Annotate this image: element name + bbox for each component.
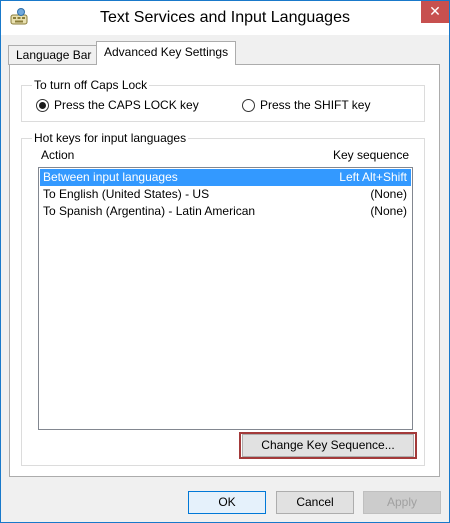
radio-shift-key[interactable]: Press the SHIFT key: [242, 98, 370, 112]
tab-label: Advanced Key Settings: [104, 45, 229, 59]
apply-button: Apply: [363, 491, 441, 514]
list-item[interactable]: To Spanish (Argentina) - Latin American …: [40, 203, 411, 220]
tab-label: Language Bar: [16, 48, 92, 62]
close-icon: ✕: [429, 3, 441, 19]
hotkeys-group-label: Hot keys for input languages: [32, 131, 189, 145]
column-header-action: Action: [41, 148, 75, 162]
row-key-sequence: Left Alt+Shift: [339, 170, 407, 184]
caps-lock-group-label: To turn off Caps Lock: [32, 78, 150, 92]
column-header-key-sequence: Key sequence: [332, 148, 409, 162]
radio-label: Press the SHIFT key: [260, 98, 371, 112]
dialog-window: Text Services and Input Languages ✕ Lang…: [0, 0, 450, 523]
window-title: Text Services and Input Languages: [100, 9, 350, 26]
row-action: Between input languages: [43, 170, 178, 184]
radio-label: Press the CAPS LOCK key: [54, 98, 199, 112]
tab-language-bar[interactable]: Language Bar: [8, 45, 100, 65]
close-button[interactable]: ✕: [421, 1, 449, 23]
row-action: To Spanish (Argentina) - Latin American: [43, 204, 256, 218]
row-action: To English (United States) - US: [43, 187, 210, 201]
row-key-sequence: (None): [370, 187, 407, 201]
radio-caps-lock-key[interactable]: Press the CAPS LOCK key: [36, 98, 199, 112]
list-item[interactable]: To English (United States) - US (None): [40, 186, 411, 203]
change-key-sequence-button[interactable]: Change Key Sequence...: [242, 434, 414, 457]
cancel-button[interactable]: Cancel: [276, 491, 354, 514]
tab-advanced-key-settings[interactable]: Advanced Key Settings: [96, 41, 237, 65]
row-key-sequence: (None): [370, 204, 407, 218]
ok-button[interactable]: OK: [188, 491, 266, 514]
title-bar[interactable]: Text Services and Input Languages ✕: [1, 1, 449, 35]
list-item[interactable]: Between input languages Left Alt+Shift: [40, 169, 411, 186]
radio-selected-icon: [36, 98, 49, 112]
radio-unselected-icon: [242, 98, 255, 112]
tab-panel: To turn off Caps Lock Press the CAPS LOC…: [9, 64, 440, 477]
hotkeys-list[interactable]: Between input languages Left Alt+Shift T…: [38, 167, 413, 430]
